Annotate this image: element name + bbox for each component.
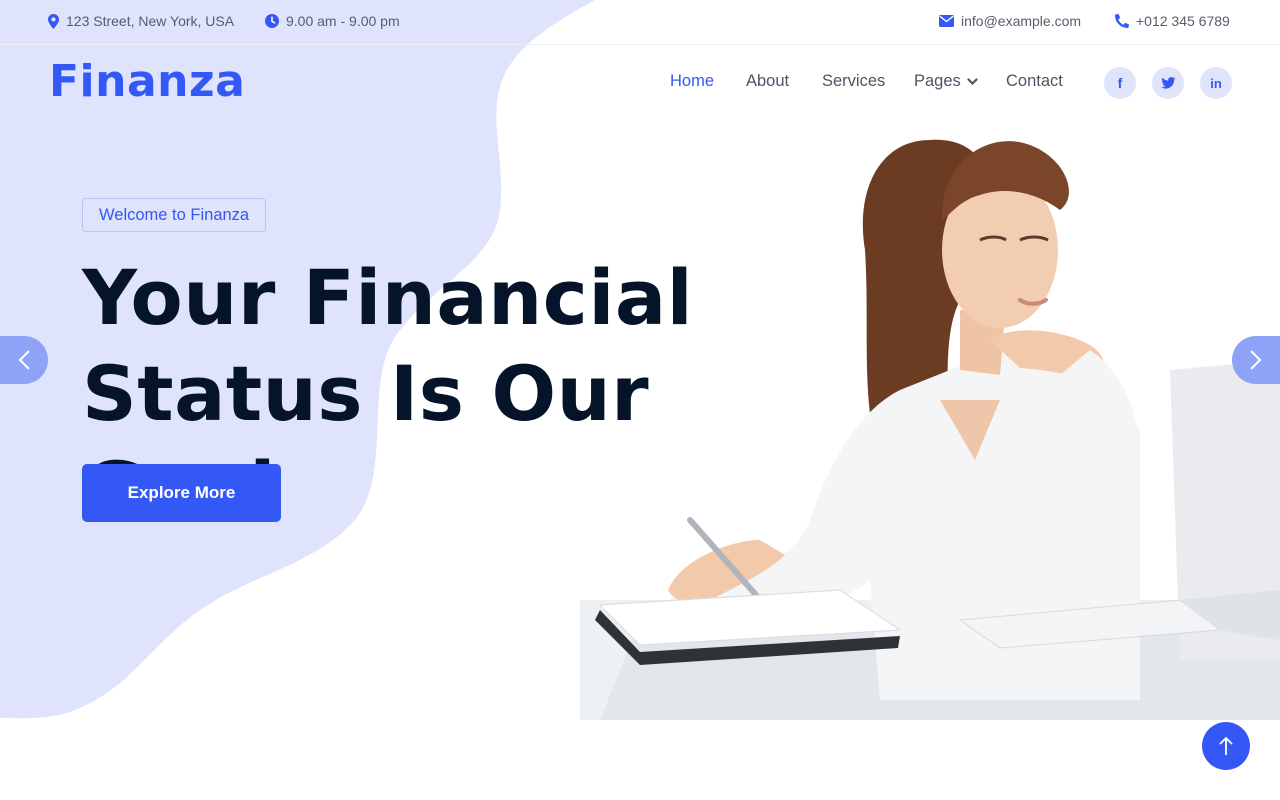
hero-headline-line-1: Your Financial [82, 253, 694, 342]
arrow-up-icon [1219, 736, 1233, 755]
email-text[interactable]: info@example.com [961, 13, 1081, 29]
chevron-left-icon [18, 350, 30, 370]
nav-home[interactable]: Home [670, 72, 714, 91]
brand-logo[interactable]: Finanza [49, 56, 245, 107]
linkedin-icon: in [1210, 75, 1222, 91]
back-to-top-button[interactable] [1202, 722, 1250, 770]
twitter-icon [1160, 77, 1176, 89]
chevron-down-icon [967, 77, 978, 85]
nav-about[interactable]: About [746, 72, 789, 91]
facebook-button[interactable]: f [1104, 67, 1136, 99]
carousel-prev-button[interactable] [0, 336, 48, 384]
envelope-icon [939, 15, 954, 27]
nav-pages[interactable]: Pages [914, 72, 978, 91]
address-info: 123 Street, New York, USA [48, 13, 234, 29]
explore-more-button[interactable]: Explore More [82, 464, 281, 522]
hours-info: 9.00 am - 9.00 pm [265, 13, 400, 29]
email-info[interactable]: info@example.com [939, 13, 1081, 29]
linkedin-button[interactable]: in [1200, 67, 1232, 99]
welcome-badge: Welcome to Finanza [82, 198, 267, 232]
nav-services[interactable]: Services [822, 72, 885, 91]
map-marker-icon [48, 13, 59, 29]
phone-text[interactable]: +012 345 6789 [1136, 13, 1230, 29]
hours-text: 9.00 am - 9.00 pm [286, 13, 400, 29]
phone-info[interactable]: +012 345 6789 [1115, 13, 1230, 29]
address-text: 123 Street, New York, USA [66, 13, 235, 29]
clock-icon [265, 14, 279, 28]
nav-pages-label: Pages [914, 72, 961, 90]
carousel-next-button[interactable] [1232, 336, 1280, 384]
nav-contact[interactable]: Contact [1006, 72, 1063, 91]
top-info-bar: 123 Street, New York, USA 9.00 am - 9.00… [0, 0, 1280, 45]
facebook-icon: f [1117, 75, 1123, 91]
phone-icon [1115, 14, 1129, 28]
twitter-button[interactable] [1152, 67, 1184, 99]
chevron-right-icon [1250, 350, 1262, 370]
